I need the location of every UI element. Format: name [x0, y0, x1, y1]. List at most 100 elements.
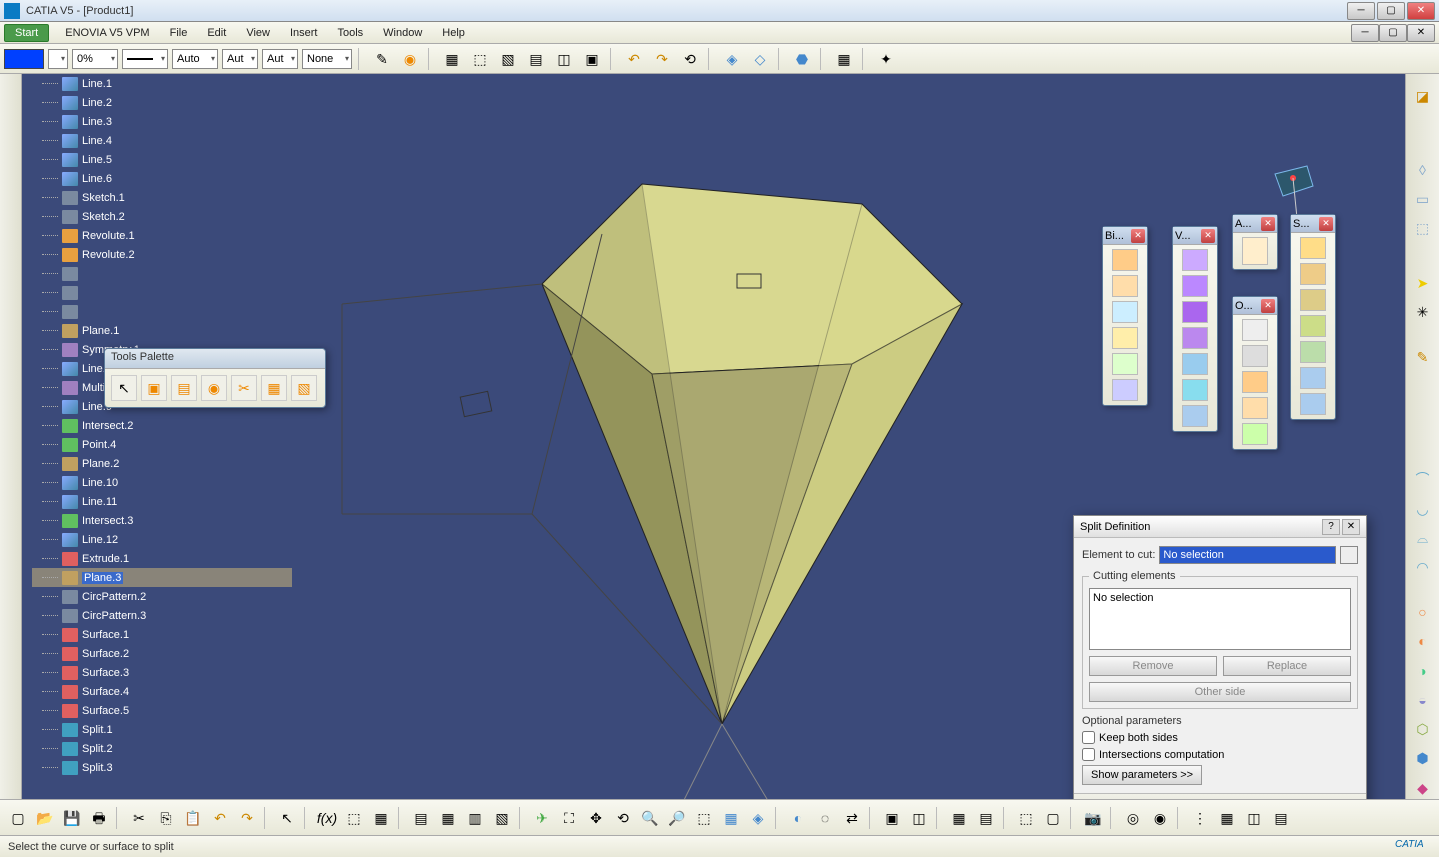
camera-icon[interactable]: 📷 [1081, 806, 1105, 830]
bt-y2-icon[interactable]: ◉ [1148, 806, 1172, 830]
tool-2-icon[interactable]: ⬚ [468, 47, 492, 71]
rtool-14-icon[interactable]: ◒ [1411, 688, 1435, 711]
s-btn-1[interactable] [1300, 237, 1326, 259]
bt-z1-icon[interactable]: ⋮ [1188, 806, 1212, 830]
menu-enovia[interactable]: ENOVIA V5 VPM [55, 25, 159, 41]
rtool-12-icon[interactable]: ◐ [1411, 630, 1435, 653]
element-to-cut-input[interactable] [1159, 546, 1336, 564]
bi-btn-4[interactable] [1112, 327, 1138, 349]
bt-x2-icon[interactable]: ▢ [1041, 806, 1065, 830]
tool-9-icon[interactable]: ◇ [748, 47, 772, 71]
s-btn-2[interactable] [1300, 263, 1326, 285]
auto3-dropdown[interactable]: Aut [262, 49, 298, 69]
tool-3-icon[interactable]: ▧ [496, 47, 520, 71]
hide-icon[interactable]: ◌ [813, 806, 837, 830]
rtool-17-icon[interactable]: ◆ [1411, 776, 1435, 799]
zoomout-icon[interactable]: 🔎 [665, 806, 689, 830]
bt-5-icon[interactable]: ▥ [463, 806, 487, 830]
menu-insert[interactable]: Insert [280, 25, 328, 41]
dialog-close-icon[interactable]: ✕ [1342, 519, 1360, 535]
rtool-16-icon[interactable]: ⬢ [1411, 747, 1435, 770]
bt-z3-icon[interactable]: ◫ [1242, 806, 1266, 830]
bi-btn-3[interactable] [1112, 301, 1138, 323]
fly-icon[interactable]: ✈ [530, 806, 554, 830]
bt-4-icon[interactable]: ▦ [436, 806, 460, 830]
brush-icon[interactable]: ✎ [370, 47, 394, 71]
palette-btn-2[interactable]: ▣ [141, 375, 167, 401]
cutting-elements-list[interactable]: No selection [1089, 588, 1351, 650]
tool-11-icon[interactable]: ▦ [832, 47, 856, 71]
v-btn-7[interactable] [1182, 405, 1208, 427]
rtool-11-icon[interactable]: ○ [1411, 600, 1435, 623]
rtool-15-icon[interactable]: ⬡ [1411, 717, 1435, 740]
o-btn-4[interactable] [1242, 397, 1268, 419]
rtool-4-icon[interactable]: ⬚ [1411, 216, 1435, 239]
float-s-window[interactable]: S...✕ [1290, 214, 1336, 420]
tool-7-icon[interactable]: ⟲ [678, 47, 702, 71]
fx-icon[interactable]: f(x) [315, 806, 339, 830]
tools-palette-title[interactable]: Tools Palette [105, 349, 325, 369]
auto2-dropdown[interactable]: Aut [222, 49, 258, 69]
multi-icon[interactable]: ▦ [719, 806, 743, 830]
intersections-checkbox[interactable]: Intersections computation [1082, 748, 1358, 761]
pan-icon[interactable]: ✥ [584, 806, 608, 830]
rtool-1-icon[interactable]: ◪ [1411, 84, 1435, 107]
other-side-button[interactable]: Other side [1089, 682, 1351, 702]
rtool-13-icon[interactable]: ◑ [1411, 659, 1435, 682]
split-definition-dialog[interactable]: Split Definition ? ✕ Element to cut: Cut… [1073, 515, 1367, 799]
float-a-close-icon[interactable]: ✕ [1261, 217, 1275, 231]
bi-btn-5[interactable] [1112, 353, 1138, 375]
rtool-10-icon[interactable]: ◠ [1411, 555, 1435, 578]
o-btn-5[interactable] [1242, 423, 1268, 445]
s-btn-6[interactable] [1300, 367, 1326, 389]
bt-1-icon[interactable]: ⬚ [342, 806, 366, 830]
o-btn-2[interactable] [1242, 345, 1268, 367]
float-v-window[interactable]: V...✕ [1172, 226, 1218, 432]
close-button[interactable]: ✕ [1407, 2, 1435, 20]
float-s-close-icon[interactable]: ✕ [1319, 217, 1333, 231]
bi-btn-2[interactable] [1112, 275, 1138, 297]
menu-file[interactable]: File [160, 25, 198, 41]
minimize-button[interactable]: ─ [1347, 2, 1375, 20]
select-icon[interactable]: ↖ [275, 806, 299, 830]
viewport-3d[interactable]: Line.1Line.2Line.3Line.4Line.5Line.6Sket… [22, 74, 1405, 799]
menu-start[interactable]: Start [4, 24, 49, 42]
v-btn-4[interactable] [1182, 327, 1208, 349]
bt-w2-icon[interactable]: ▤ [974, 806, 998, 830]
bt-v1-icon[interactable]: ▣ [880, 806, 904, 830]
swap-icon[interactable]: ⇄ [840, 806, 864, 830]
float-bi-window[interactable]: Bi...✕ [1102, 226, 1148, 406]
rtool-8-icon[interactable]: ◡ [1411, 497, 1435, 520]
element-picker-icon[interactable] [1340, 546, 1358, 564]
palette-btn-3[interactable]: ▤ [171, 375, 197, 401]
none-dropdown[interactable]: None [302, 49, 352, 69]
fit-icon[interactable]: ⛶ [557, 806, 581, 830]
doc-close-button[interactable]: ✕ [1407, 24, 1435, 42]
tool-5-icon[interactable]: ◫ [552, 47, 576, 71]
doc-minimize-button[interactable]: ─ [1351, 24, 1379, 42]
linetype-dropdown[interactable] [122, 49, 168, 69]
tools-palette-window[interactable]: Tools Palette ↖ ▣ ▤ ◉ ✂ ▦ ▧ [104, 348, 326, 408]
color-dropdown[interactable] [48, 49, 68, 69]
palette-btn-4[interactable]: ◉ [201, 375, 227, 401]
s-btn-7[interactable] [1300, 393, 1326, 415]
iso-icon[interactable]: ◈ [746, 806, 770, 830]
o-btn-3[interactable] [1242, 371, 1268, 393]
o-btn-1[interactable] [1242, 319, 1268, 341]
s-btn-4[interactable] [1300, 315, 1326, 337]
v-btn-6[interactable] [1182, 379, 1208, 401]
tool-6-icon[interactable]: ▣ [580, 47, 604, 71]
undo2-icon[interactable]: ↶ [208, 806, 232, 830]
bt-y1-icon[interactable]: ◎ [1121, 806, 1145, 830]
paste-icon[interactable]: 📋 [181, 806, 205, 830]
float-a-window[interactable]: A...✕ [1232, 214, 1278, 270]
arrow-icon[interactable]: ➤ [1411, 271, 1435, 294]
rtool-2-icon[interactable]: ◊ [1411, 158, 1435, 181]
tool-8-icon[interactable]: ◈ [720, 47, 744, 71]
bt-z4-icon[interactable]: ▤ [1269, 806, 1293, 830]
bt-2-icon[interactable]: ▦ [369, 806, 393, 830]
rtool-6-icon[interactable]: ✎ [1411, 345, 1435, 368]
palette-btn-7[interactable]: ▧ [291, 375, 317, 401]
normal-icon[interactable]: ⬚ [692, 806, 716, 830]
float-o-window[interactable]: O...✕ [1232, 296, 1278, 450]
